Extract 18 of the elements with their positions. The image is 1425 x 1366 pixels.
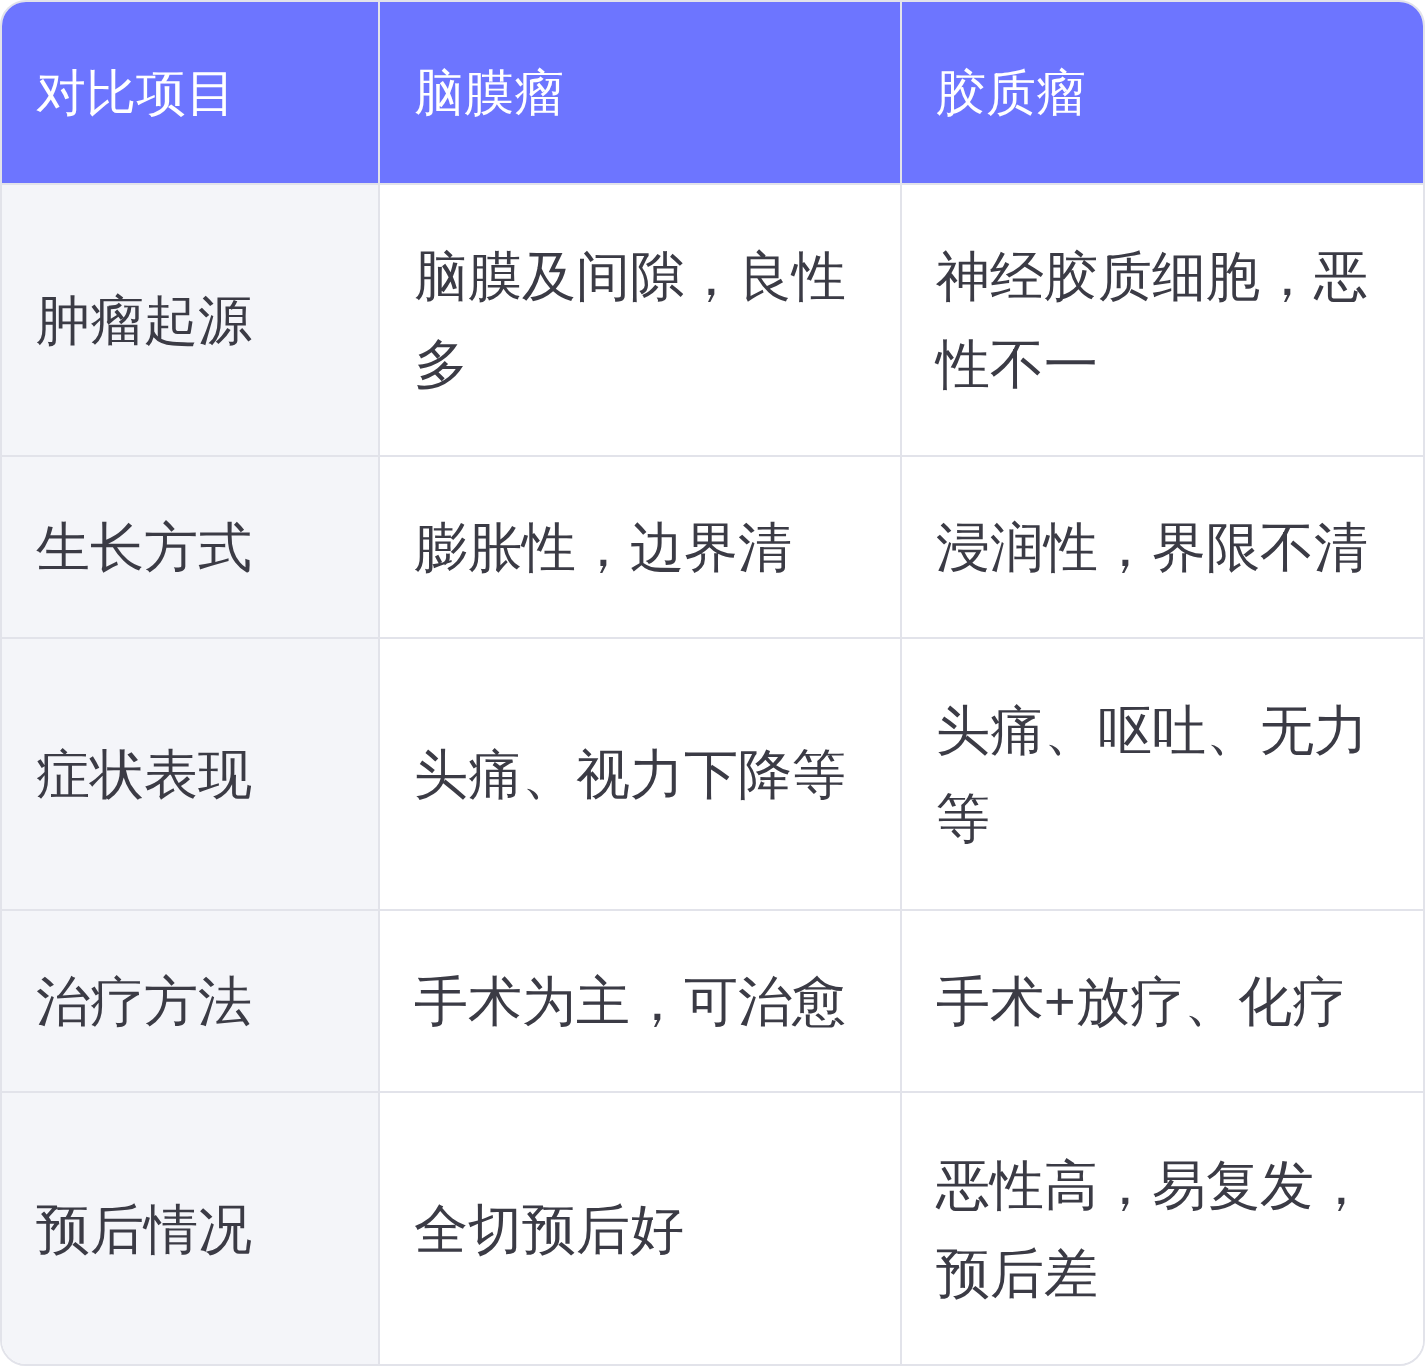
column-header: 脑膜瘤 bbox=[378, 2, 900, 183]
row-header-cell: 预后情况 bbox=[2, 1091, 378, 1364]
row-header-cell: 肿瘤起源 bbox=[2, 183, 378, 455]
row-header-cell: 症状表现 bbox=[2, 637, 378, 909]
table-cell: 手术+放疗、化疗 bbox=[900, 909, 1423, 1091]
table-cell: 膨胀性，边界清 bbox=[378, 455, 900, 637]
table-cell: 头痛、呕吐、无力等 bbox=[900, 637, 1423, 909]
row-header-cell: 生长方式 bbox=[2, 455, 378, 637]
column-header: 对比项目 bbox=[2, 2, 378, 183]
table-cell: 全切预后好 bbox=[378, 1091, 900, 1364]
table-cell: 脑膜及间隙，良性多 bbox=[378, 183, 900, 455]
table-cell: 手术为主，可治愈 bbox=[378, 909, 900, 1091]
column-header: 胶质瘤 bbox=[900, 2, 1423, 183]
table-cell: 神经胶质细胞，恶性不一 bbox=[900, 183, 1423, 455]
table-cell: 头痛、视力下降等 bbox=[378, 637, 900, 909]
table-cell: 浸润性，界限不清 bbox=[900, 455, 1423, 637]
table-cell: 恶性高，易复发，预后差 bbox=[900, 1091, 1423, 1364]
row-header-cell: 治疗方法 bbox=[2, 909, 378, 1091]
